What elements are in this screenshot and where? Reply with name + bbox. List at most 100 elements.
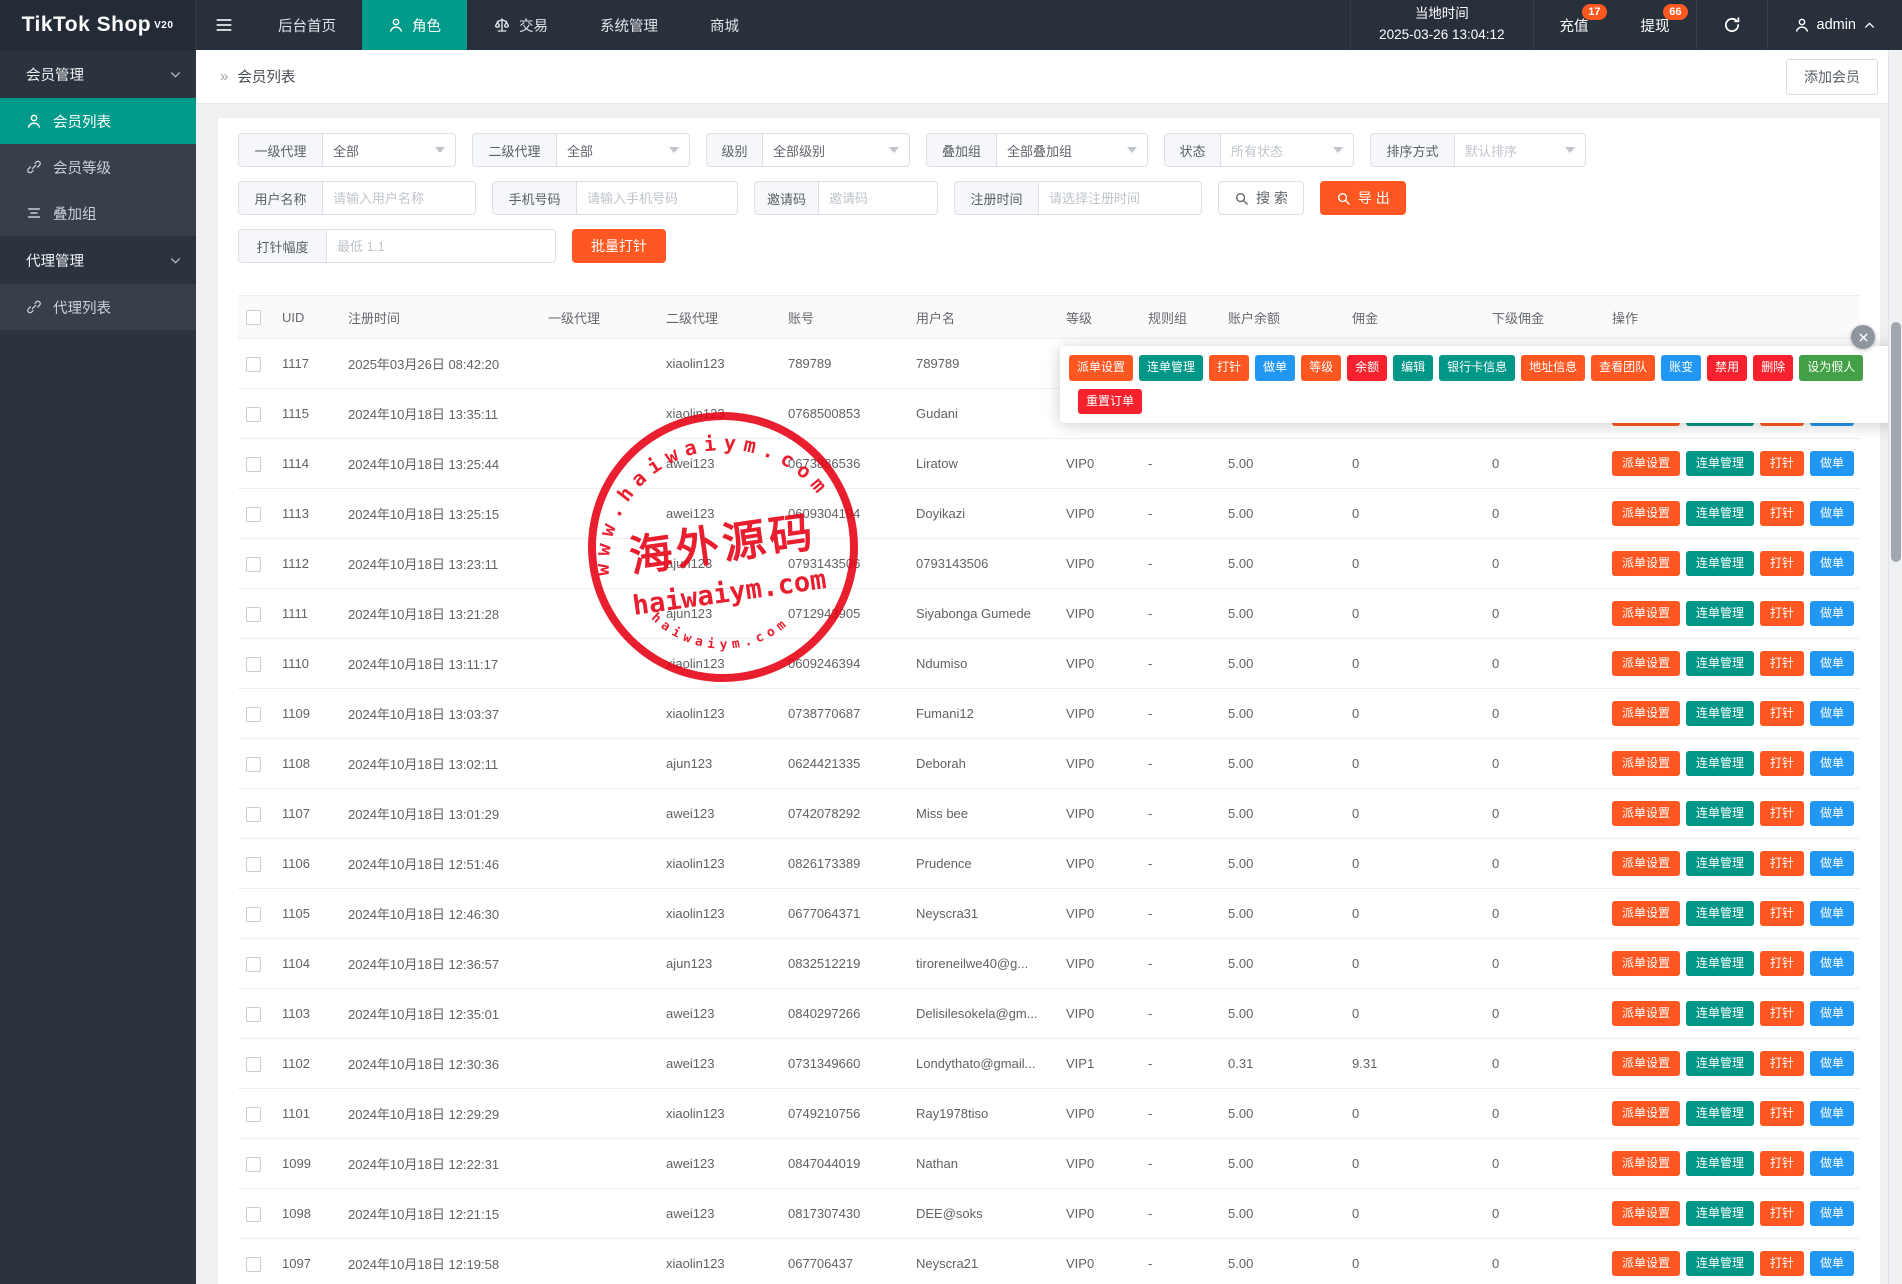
row-action-button-1[interactable]: 派单设置 (1612, 701, 1680, 727)
row-checkbox[interactable] (246, 857, 261, 872)
row-action-button-3[interactable]: 打针 (1760, 651, 1804, 677)
row-action-button-1[interactable]: 派单设置 (1612, 751, 1680, 777)
row-action-button-1[interactable]: 派单设置 (1612, 1051, 1680, 1077)
nav-item-1[interactable]: 后台首页 (252, 0, 362, 50)
popup-action-button-5[interactable]: 等级 (1301, 355, 1341, 381)
row-action-button-3[interactable]: 打针 (1760, 601, 1804, 627)
row-checkbox[interactable] (246, 807, 261, 822)
filter-select-value[interactable]: 全部 (323, 134, 455, 166)
row-action-button-1[interactable]: 派单设置 (1612, 1001, 1680, 1027)
popup-action-button-13[interactable]: 删除 (1753, 355, 1793, 381)
row-action-button-4[interactable]: 做单 (1810, 501, 1854, 527)
filter-select-value[interactable]: 所有状态 (1221, 134, 1353, 166)
row-action-button-4[interactable]: 做单 (1810, 601, 1854, 627)
select-all-checkbox[interactable] (246, 310, 261, 325)
row-action-button-1[interactable]: 派单设置 (1612, 901, 1680, 927)
row-checkbox[interactable] (246, 507, 261, 522)
filter-select-value[interactable]: 全部 (557, 134, 689, 166)
row-action-button-3[interactable]: 打针 (1760, 951, 1804, 977)
filter-select-value[interactable]: 全部级别 (763, 134, 909, 166)
inject-range-input[interactable] (337, 239, 545, 254)
row-action-button-1[interactable]: 派单设置 (1612, 1151, 1680, 1177)
row-action-button-3[interactable]: 打针 (1760, 701, 1804, 727)
row-action-button-3[interactable]: 打针 (1760, 551, 1804, 577)
nav-item-2[interactable]: 角色 (362, 0, 467, 50)
row-action-button-1[interactable]: 派单设置 (1612, 1201, 1680, 1227)
filter-input[interactable] (587, 191, 727, 206)
nav-item-5[interactable]: 商城 (684, 0, 765, 50)
sidebar-item-4[interactable]: 叠加组 (0, 190, 196, 236)
row-action-button-2[interactable]: 连单管理 (1686, 1051, 1754, 1077)
popup-action-button-8[interactable]: 银行卡信息 (1439, 355, 1515, 381)
sidebar-item-3[interactable]: 会员等级 (0, 144, 196, 190)
popup-action-button-12[interactable]: 禁用 (1707, 355, 1747, 381)
row-action-button-3[interactable]: 打针 (1760, 1051, 1804, 1077)
row-action-button-2[interactable]: 连单管理 (1686, 1101, 1754, 1127)
filter-select-value[interactable]: 全部叠加组 (997, 134, 1147, 166)
row-action-button-4[interactable]: 做单 (1810, 451, 1854, 477)
row-action-button-4[interactable]: 做单 (1810, 1251, 1854, 1277)
row-action-button-2[interactable]: 连单管理 (1686, 901, 1754, 927)
sidebar-item-5[interactable]: 代理管理 (0, 236, 196, 284)
row-action-button-4[interactable]: 做单 (1810, 801, 1854, 827)
row-action-button-4[interactable]: 做单 (1810, 1151, 1854, 1177)
row-action-button-1[interactable]: 派单设置 (1612, 551, 1680, 577)
row-checkbox[interactable] (246, 957, 261, 972)
recharge-button[interactable]: 充值 17 (1533, 0, 1615, 50)
row-action-button-4[interactable]: 做单 (1810, 901, 1854, 927)
nav-item-4[interactable]: 系统管理 (574, 0, 684, 50)
row-action-button-4[interactable]: 做单 (1810, 851, 1854, 877)
row-action-button-2[interactable]: 连单管理 (1686, 501, 1754, 527)
popup-action-button-9[interactable]: 地址信息 (1521, 355, 1585, 381)
row-action-button-4[interactable]: 做单 (1810, 1201, 1854, 1227)
row-action-button-3[interactable]: 打针 (1760, 501, 1804, 527)
row-action-button-3[interactable]: 打针 (1760, 1101, 1804, 1127)
row-checkbox[interactable] (246, 1207, 261, 1222)
row-checkbox[interactable] (246, 357, 261, 372)
row-checkbox[interactable] (246, 1157, 261, 1172)
row-checkbox[interactable] (246, 657, 261, 672)
row-action-button-1[interactable]: 派单设置 (1612, 851, 1680, 877)
row-checkbox[interactable] (246, 607, 261, 622)
row-action-button-2[interactable]: 连单管理 (1686, 551, 1754, 577)
popup-action-button-6[interactable]: 余额 (1347, 355, 1387, 381)
row-action-button-2[interactable]: 连单管理 (1686, 801, 1754, 827)
row-action-button-3[interactable]: 打针 (1760, 851, 1804, 877)
row-action-button-2[interactable]: 连单管理 (1686, 1001, 1754, 1027)
row-action-button-4[interactable]: 做单 (1810, 1051, 1854, 1077)
scrollbar-thumb[interactable] (1891, 322, 1901, 562)
export-button[interactable]: 导 出 (1320, 181, 1406, 215)
row-action-button-4[interactable]: 做单 (1810, 551, 1854, 577)
popup-action-button-3[interactable]: 打针 (1209, 355, 1249, 381)
row-checkbox[interactable] (246, 1057, 261, 1072)
row-checkbox[interactable] (246, 757, 261, 772)
sidebar-item-1[interactable]: 会员管理 (0, 50, 196, 98)
row-action-button-1[interactable]: 派单设置 (1612, 601, 1680, 627)
row-action-button-2[interactable]: 连单管理 (1686, 1151, 1754, 1177)
row-action-button-4[interactable]: 做单 (1810, 751, 1854, 777)
sidebar-item-2[interactable]: 会员列表 (0, 98, 196, 144)
popup-action-button-7[interactable]: 编辑 (1393, 355, 1433, 381)
row-action-button-3[interactable]: 打针 (1760, 901, 1804, 927)
row-action-button-2[interactable]: 连单管理 (1686, 1201, 1754, 1227)
row-action-button-2[interactable]: 连单管理 (1686, 751, 1754, 777)
row-action-button-2[interactable]: 连单管理 (1686, 451, 1754, 477)
user-menu[interactable]: admin (1767, 0, 1902, 50)
refresh-button[interactable] (1696, 0, 1767, 50)
row-checkbox[interactable] (246, 407, 261, 422)
row-checkbox[interactable] (246, 1007, 261, 1022)
hamburger-icon[interactable] (196, 0, 252, 50)
row-checkbox[interactable] (246, 1257, 261, 1272)
row-action-button-2[interactable]: 连单管理 (1686, 1251, 1754, 1277)
withdraw-button[interactable]: 提现 66 (1615, 0, 1696, 50)
batch-inject-button[interactable]: 批量打针 (572, 229, 666, 263)
search-button[interactable]: 搜 索 (1218, 181, 1304, 215)
row-action-button-1[interactable]: 派单设置 (1612, 1101, 1680, 1127)
row-action-button-1[interactable]: 派单设置 (1612, 801, 1680, 827)
row-action-button-3[interactable]: 打针 (1760, 1001, 1804, 1027)
filter-input[interactable] (333, 191, 465, 206)
add-member-button[interactable]: 添加会员 (1786, 59, 1878, 95)
row-action-button-2[interactable]: 连单管理 (1686, 701, 1754, 727)
filter-select-value[interactable]: 默认排序 (1455, 134, 1585, 166)
row-checkbox[interactable] (246, 557, 261, 572)
